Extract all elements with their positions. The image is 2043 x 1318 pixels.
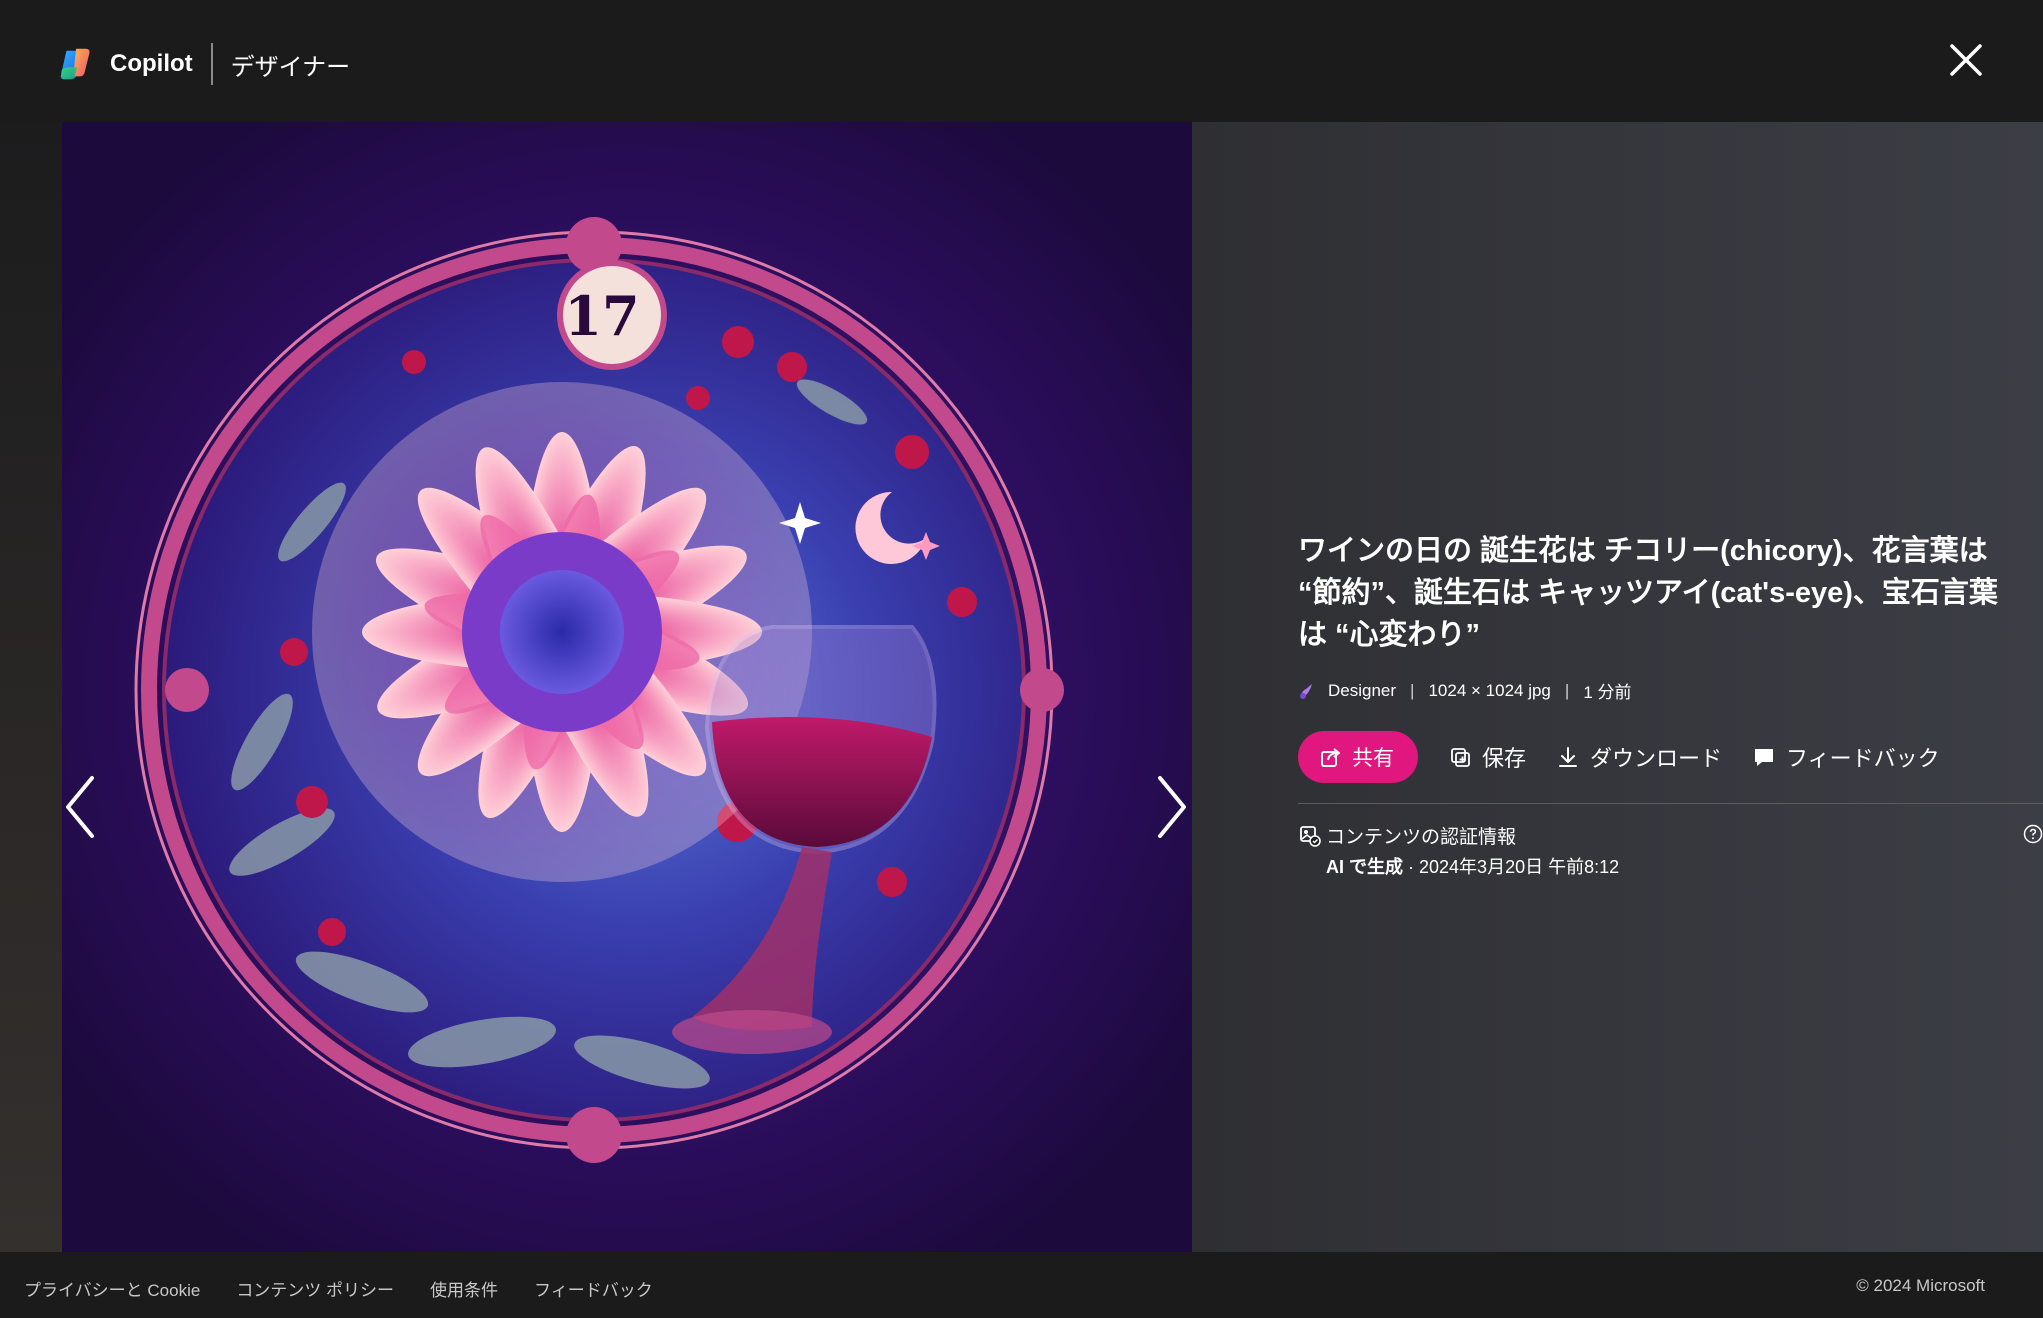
ai-generated-label: AI で生成 bbox=[1326, 857, 1404, 877]
content-credentials: コンテンツの認証情報 AI で生成 · 2024年3月20日 午前8:12 bbox=[1298, 822, 2043, 879]
save-label: 保存 bbox=[1482, 746, 1527, 771]
share-icon bbox=[1321, 748, 1340, 767]
footer-link-terms[interactable]: 使用条件 bbox=[430, 1276, 498, 1301]
brand[interactable]: Copilot デザイナー bbox=[58, 43, 351, 85]
save-collection-icon bbox=[1451, 748, 1470, 767]
credentials-date: · 2024年3月20日 午前8:12 bbox=[1403, 857, 1620, 877]
footer-links: プライバシーと Cookie コンテンツ ポリシー 使用条件 フィードバック bbox=[24, 1276, 689, 1301]
meta-dimensions: 1024 × 1024 jpg bbox=[1428, 680, 1551, 700]
save-button[interactable]: 保存 bbox=[1448, 741, 1526, 773]
download-label: ダウンロード bbox=[1590, 746, 1723, 771]
content-credentials-icon bbox=[1300, 826, 1321, 847]
brand-name: Copilot bbox=[110, 50, 193, 77]
copilot-logo-icon bbox=[60, 48, 90, 80]
brand-divider bbox=[210, 43, 213, 85]
header: Copilot デザイナー bbox=[0, 0, 2043, 122]
designer-logo-icon bbox=[1300, 683, 1312, 699]
image-info-panel: ワインの日の 誕生花は チコリー(chicory)、花言葉は “節約”、誕生石は… bbox=[1298, 530, 2043, 879]
close-icon[interactable] bbox=[1946, 40, 1986, 80]
footer: プライバシーと Cookie コンテンツ ポリシー 使用条件 フィードバック ©… bbox=[0, 1252, 2043, 1318]
feedback-button[interactable]: フィードバック bbox=[1752, 741, 1940, 773]
copyright: © 2024 Microsoft bbox=[1856, 1276, 1985, 1295]
credentials-detail: AI で生成 · 2024年3月20日 午前8:12 bbox=[1326, 853, 1619, 879]
action-bar: 共有 保存 ダウンロード フィードバック bbox=[1298, 731, 2018, 783]
left-strip bbox=[0, 122, 62, 1252]
feedback-icon bbox=[1755, 749, 1774, 766]
viewer-main: 17 ワインの日の 誕生花は チコリー(chicory)、花言葉は “節約”、誕… bbox=[0, 122, 2043, 1252]
next-image-arrow-icon[interactable] bbox=[1152, 772, 1192, 842]
help-icon[interactable] bbox=[2023, 824, 2043, 844]
generated-image: 17 bbox=[62, 122, 1192, 1252]
divider bbox=[1298, 803, 2043, 804]
image-title: ワインの日の 誕生花は チコリー(chicory)、花言葉は “節約”、誕生石は… bbox=[1298, 535, 1998, 651]
footer-link-feedback[interactable]: フィードバック bbox=[534, 1276, 653, 1301]
meta-time: 1 分前 bbox=[1583, 683, 1632, 702]
meta-separator: | bbox=[1564, 680, 1570, 700]
credentials-title[interactable]: コンテンツの認証情報 bbox=[1326, 822, 1619, 849]
image-meta: Designer | 1024 × 1024 jpg | 1 分前 bbox=[1298, 678, 2018, 703]
credentials-text: コンテンツの認証情報 AI で生成 · 2024年3月20日 午前8:12 bbox=[1326, 822, 1619, 879]
share-button[interactable]: 共有 bbox=[1298, 731, 1418, 783]
download-button[interactable]: ダウンロード bbox=[1556, 741, 1722, 773]
feedback-label: フィードバック bbox=[1786, 746, 1940, 771]
footer-link-privacy[interactable]: プライバシーと Cookie bbox=[24, 1276, 200, 1301]
previous-image-arrow-icon[interactable] bbox=[60, 772, 100, 842]
brand-subtitle: デザイナー bbox=[230, 53, 351, 81]
meta-separator: | bbox=[1410, 680, 1415, 700]
meta-source: Designer bbox=[1328, 680, 1397, 700]
share-label: 共有 bbox=[1352, 747, 1394, 770]
date-badge-number: 17 bbox=[564, 284, 639, 348]
footer-link-content-policy[interactable]: コンテンツ ポリシー bbox=[236, 1276, 394, 1301]
download-icon bbox=[1559, 747, 1578, 767]
